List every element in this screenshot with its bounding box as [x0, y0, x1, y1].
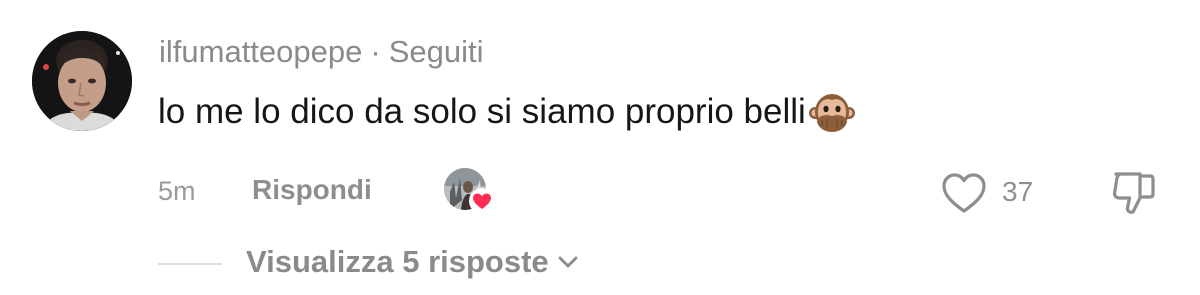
replies-divider [158, 263, 222, 265]
username[interactable]: ilfumatteopepe [159, 34, 362, 69]
speak-no-evil-monkey-icon [808, 88, 856, 136]
user-avatar-image [32, 31, 132, 131]
like-count: 37 [1002, 176, 1034, 207]
follow-status: Seguiti [388, 34, 484, 69]
creator-liked-badge[interactable] [444, 168, 496, 216]
heart-outline-icon [942, 173, 986, 213]
separator: · [370, 34, 381, 69]
view-replies-row: Visualizza 5 risposte [0, 242, 1200, 286]
heart-icon [469, 188, 495, 214]
thumbs-down-icon [1112, 172, 1155, 214]
view-replies-button[interactable]: Visualizza 5 risposte [246, 244, 581, 280]
comment-time: 5m [158, 176, 196, 206]
reply-button[interactable]: Rispondi [252, 174, 372, 206]
comment-actions: 5m Rispondi 37 [0, 168, 1200, 216]
like-button[interactable] [940, 170, 988, 216]
chevron-down-icon [558, 256, 578, 268]
dislike-button[interactable] [1108, 168, 1160, 218]
comment-text-row: lo me lo dico da solo si siamo proprio b… [158, 88, 856, 136]
avatar[interactable] [32, 31, 132, 131]
comment-text: lo me lo dico da solo si siamo proprio b… [158, 92, 806, 131]
view-replies-label: Visualizza 5 risposte [246, 244, 549, 279]
username-row: ilfumatteopepe · Seguiti [159, 32, 484, 72]
